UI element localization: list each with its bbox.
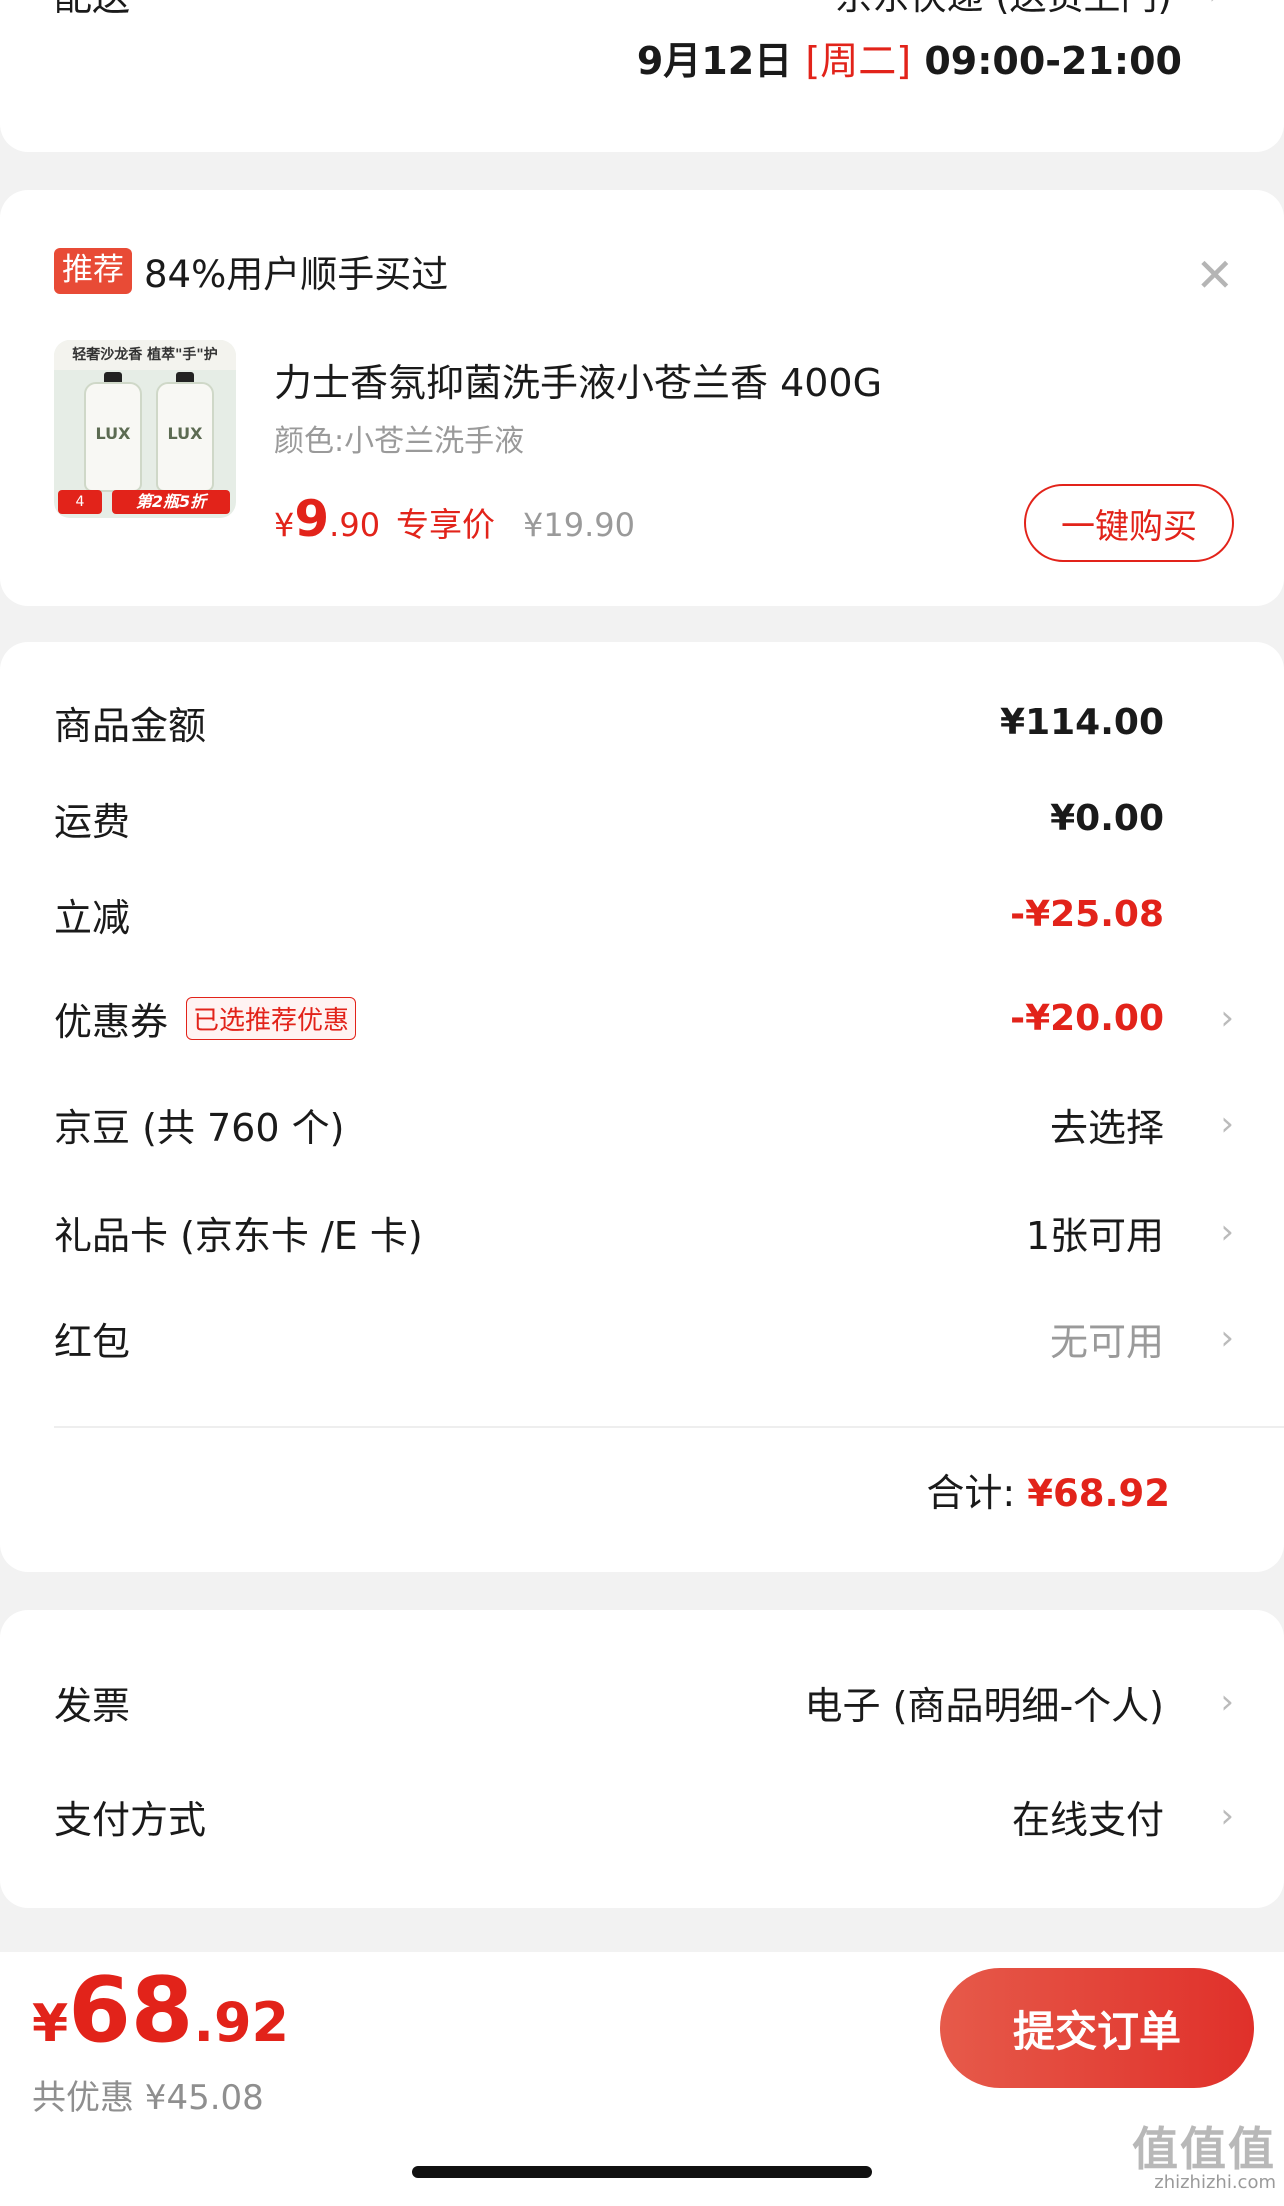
summary-label: 红包 (54, 1319, 131, 1364)
home-indicator[interactable] (412, 2166, 872, 2178)
summary-row-discount: 立减 -¥25.08 (54, 884, 1234, 944)
product-image-corner: 4 (58, 490, 102, 514)
price-decimal: .90 (329, 506, 381, 544)
invoice-label: 发票 (54, 1683, 131, 1728)
product-variant: 颜色:小苍兰洗手液 (274, 424, 525, 459)
summary-row-shipping: 运费 ¥0.00 (54, 788, 1234, 848)
delivery-label: 配送 (54, 0, 130, 16)
summary-value: -¥25.08 (1010, 893, 1164, 935)
original-price: ¥19.90 (523, 506, 636, 544)
summary-value: ¥114.00 (1000, 701, 1164, 743)
price-integer: 9 (294, 490, 330, 548)
payment-method-row[interactable]: 支付方式 在线支付 › (54, 1786, 1234, 1846)
summary-label: 商品金额 (54, 703, 207, 748)
summary-label: 优惠券 已选推荐优惠 (54, 991, 357, 1046)
coupon-tag: 已选推荐优惠 (186, 996, 357, 1040)
recommend-card: 推荐 84%用户顺手买过 ✕ 轻奢沙龙香 植萃"手"护 LUX LUX 4 第2… (0, 190, 1284, 606)
summary-row-goods: 商品金额 ¥114.00 (54, 692, 1234, 752)
price-symbol: ¥ (32, 1994, 69, 2054)
product-image-top-text: 轻奢沙龙香 植萃"手"护 (54, 340, 236, 370)
order-summary-card: 商品金额 ¥114.00 运费 ¥0.00 立减 -¥25.08 优惠券 已选推… (0, 642, 1284, 1572)
delivery-time[interactable]: 9月12日 [周二] 09:00-21:00 (637, 42, 1182, 80)
summary-row-redpacket[interactable]: 红包 无可用 › (54, 1308, 1234, 1368)
summary-label: 礼品卡 (京东卡 /E 卡) (54, 1213, 423, 1258)
product-title[interactable]: 力士香氛抑菌洗手液小苍兰香 400G (274, 352, 882, 407)
invoice-payment-card: 发票 电子 (商品明细-个人) › 支付方式 在线支付 › (0, 1610, 1284, 1908)
bottle-shape: LUX (156, 382, 214, 492)
order-total: 合计: ¥68.92 (926, 1462, 1170, 1517)
chevron-right-icon[interactable]: › (1220, 1796, 1234, 1836)
invoice-value: 电子 (商品明细-个人) (804, 1683, 1164, 1728)
total-amount: ¥68.92 (1027, 1472, 1170, 1515)
summary-row-jingdou[interactable]: 京豆 (共 760 个) 去选择 › (54, 1094, 1234, 1154)
chevron-right-icon[interactable]: › (1208, 0, 1222, 10)
product-image[interactable]: 轻奢沙龙香 植萃"手"护 LUX LUX 4 第2瓶5折 (54, 340, 236, 518)
product-image-bottom-text: 第2瓶5折 (112, 490, 230, 514)
summary-row-coupon[interactable]: 优惠券 已选推荐优惠 -¥20.00 › (54, 988, 1234, 1048)
chevron-right-icon[interactable]: › (1220, 1212, 1234, 1252)
watermark: 值值值 zhizhizhi.com (1132, 2126, 1276, 2193)
summary-value: ¥0.00 (1050, 797, 1164, 839)
summary-row-giftcard[interactable]: 礼品卡 (京东卡 /E 卡) 1张可用 › (54, 1202, 1234, 1262)
watermark-logo: 值值值 (1132, 2122, 1276, 2176)
summary-label: 京豆 (共 760 个) (54, 1105, 345, 1150)
total-label: 合计: (926, 1471, 1016, 1515)
product-brand: LUX (167, 424, 203, 443)
summary-value: -¥20.00 (1010, 997, 1164, 1039)
chevron-right-icon[interactable]: › (1220, 1318, 1234, 1358)
one-click-buy-button[interactable]: 一键购买 (1024, 484, 1234, 562)
invoice-row[interactable]: 发票 电子 (商品明细-个人) › (54, 1672, 1234, 1732)
recommend-badge: 推荐 (54, 248, 132, 294)
summary-value: 1张可用 (1025, 1213, 1164, 1258)
delivery-weekday: [周二] (805, 39, 912, 83)
delivery-date: 9月12日 (636, 39, 793, 83)
chevron-right-icon[interactable]: › (1220, 1104, 1234, 1144)
price-integer: 68 (68, 1958, 194, 2063)
summary-label: 立减 (54, 895, 131, 940)
total-savings: 共优惠 ¥45.08 (32, 2078, 264, 2118)
price-decimal: .92 (193, 1991, 290, 2054)
summary-value: 去选择 (1049, 1105, 1164, 1150)
bottle-shape: LUX (84, 382, 142, 492)
coupon-label: 优惠券 (54, 999, 169, 1044)
delivery-method[interactable]: 京东快递 (送货上门) (835, 0, 1172, 15)
chevron-right-icon[interactable]: › (1220, 998, 1234, 1038)
price-tag: 专享价 (396, 505, 496, 544)
submit-order-button[interactable]: 提交订单 (940, 1968, 1254, 2088)
summary-value: 无可用 (1049, 1319, 1164, 1364)
summary-label: 运费 (54, 799, 131, 844)
payment-value: 在线支付 (1011, 1797, 1164, 1842)
price-symbol: ¥ (274, 506, 295, 544)
delivery-slot: 09:00-21:00 (924, 39, 1182, 83)
chevron-right-icon[interactable]: › (1220, 1682, 1234, 1722)
recommend-header: 推荐 84%用户顺手买过 (54, 244, 448, 298)
product-price: ¥ 9 .90 专享价 ¥19.90 (274, 490, 635, 548)
watermark-url: zhizhizhi.com (1154, 2172, 1276, 2193)
checkout-price: ¥ 68 .92 (32, 1966, 289, 2056)
divider (54, 1426, 1284, 1428)
recommend-headline: 84%用户顺手买过 (144, 253, 449, 296)
payment-label: 支付方式 (54, 1797, 207, 1842)
close-icon[interactable]: ✕ (1195, 252, 1234, 298)
product-brand: LUX (95, 424, 131, 443)
delivery-card: 配送 京东快递 (送货上门) › 9月12日 [周二] 09:00-21:00 (0, 0, 1284, 152)
